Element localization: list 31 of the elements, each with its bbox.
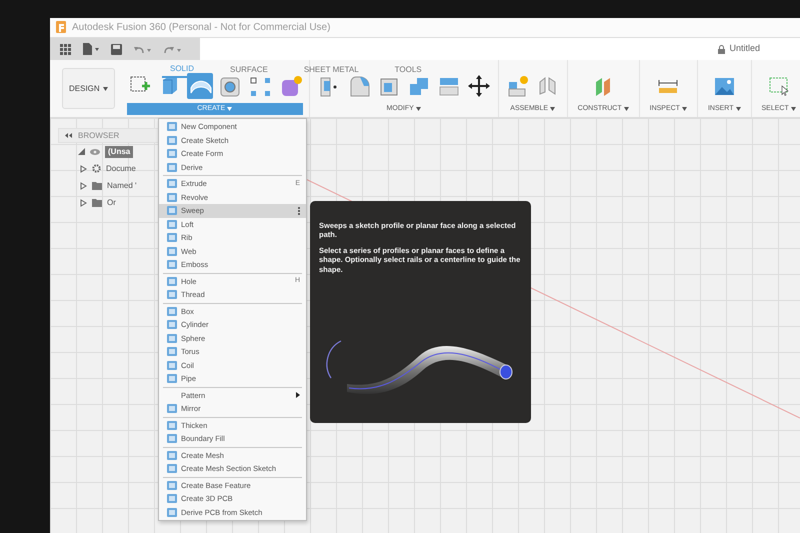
file-icon[interactable] xyxy=(83,43,99,55)
window-title: Autodesk Fusion 360 (Personal - Not for Commercial Use) xyxy=(72,21,330,35)
gear-icon xyxy=(92,164,101,173)
tree-item[interactable]: Or xyxy=(107,196,116,208)
caret-icon xyxy=(550,106,556,111)
collapsed-triangle-icon[interactable] xyxy=(80,198,87,206)
caret-icon xyxy=(102,86,108,90)
workspace-button[interactable]: DESIGN xyxy=(62,68,115,109)
caret-icon xyxy=(416,106,421,111)
ribbon-tab[interactable]: SURFACE xyxy=(222,62,276,78)
lock-icon xyxy=(718,44,726,54)
save-icon[interactable] xyxy=(111,44,122,54)
collapse-icon[interactable] xyxy=(65,133,72,138)
caret-icon xyxy=(790,106,796,111)
app-logo-icon xyxy=(56,21,66,34)
ribbon-tab[interactable]: SHEET METAL xyxy=(296,62,367,78)
caret-icon xyxy=(624,106,629,111)
expanded-triangle-icon[interactable] xyxy=(78,148,85,155)
tree-item[interactable]: Docume xyxy=(106,162,136,174)
tree-item[interactable]: Named ' xyxy=(107,180,137,192)
caret-icon xyxy=(682,106,687,111)
grid-menu-icon[interactable] xyxy=(60,44,71,54)
collapsed-triangle-icon[interactable] xyxy=(80,164,87,172)
submenu-arrow-icon xyxy=(296,392,300,398)
document-name: Untitled xyxy=(729,42,760,56)
caret-icon xyxy=(736,106,741,111)
collapsed-triangle-icon[interactable] xyxy=(80,182,87,190)
eye-icon[interactable] xyxy=(90,148,100,154)
caret-icon xyxy=(227,106,232,111)
tree-item[interactable]: (Unsa xyxy=(105,146,134,158)
ribbon-tab[interactable]: TOOLS xyxy=(386,62,430,78)
